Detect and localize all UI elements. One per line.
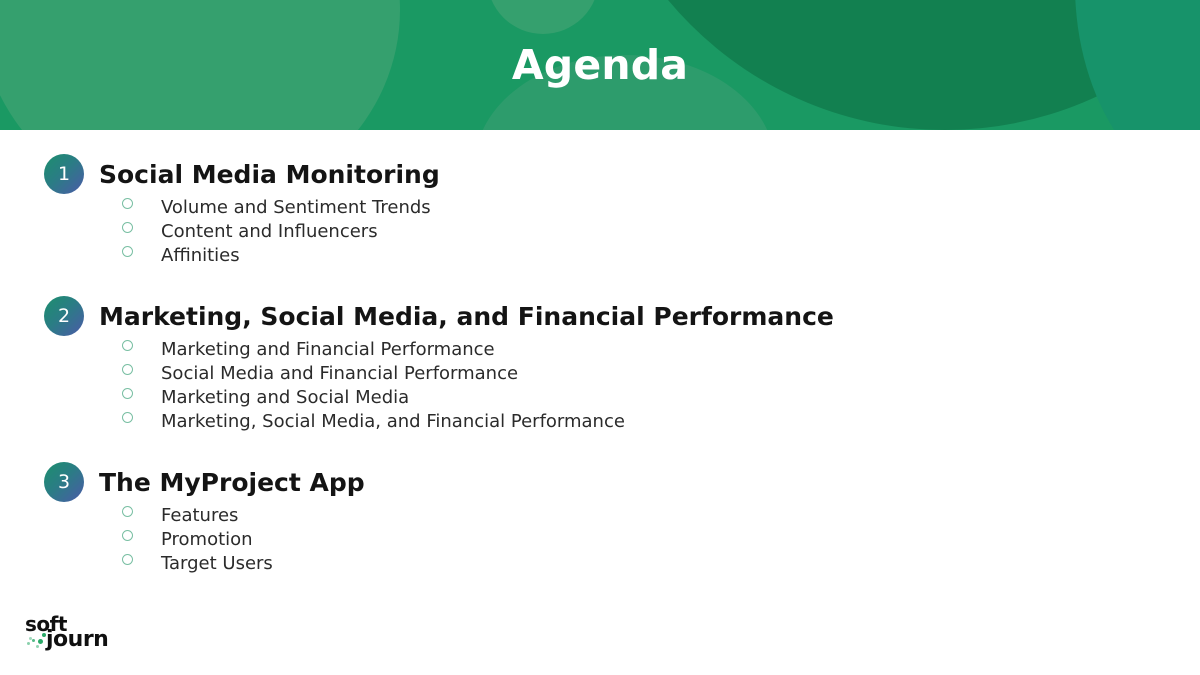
- agenda-section-3-bullets: Features Promotion Target Users: [44, 504, 1200, 576]
- list-item-label: Content and Influencers: [161, 221, 378, 242]
- list-item: Target Users: [122, 552, 1200, 576]
- agenda-section-3: 3 The MyProject App Features Promotion T…: [0, 460, 1200, 576]
- bullet-circle-icon: [122, 388, 133, 399]
- list-item: Volume and Sentiment Trends: [122, 196, 1200, 220]
- list-item: Marketing and Social Media: [122, 386, 1200, 410]
- agenda-section-3-header: 3 The MyProject App: [44, 460, 1200, 504]
- list-item-label: Social Media and Financial Performance: [161, 363, 519, 384]
- list-item-label: Target Users: [161, 553, 273, 574]
- list-item: Promotion: [122, 528, 1200, 552]
- softjourn-logo: soft journ: [25, 612, 135, 658]
- bullet-circle-icon: [122, 554, 133, 565]
- agenda-section-1-header: 1 Social Media Monitoring: [44, 152, 1200, 196]
- bullet-circle-icon: [122, 246, 133, 257]
- list-item-label: Promotion: [161, 529, 253, 550]
- list-item-label: Marketing and Social Media: [161, 387, 410, 408]
- agenda-section-3-title: The MyProject App: [99, 467, 365, 497]
- bullet-circle-icon: [122, 222, 133, 233]
- section-number-badge-3: 3: [44, 462, 84, 502]
- agenda-section-1-bullets: Volume and Sentiment Trends Content and …: [44, 196, 1200, 268]
- logo-dot-icon: [29, 637, 32, 640]
- list-item: Marketing, Social Media, and Financial P…: [122, 410, 1200, 434]
- logo-dot-icon: [32, 639, 35, 642]
- list-item: Affinities: [122, 244, 1200, 268]
- agenda-section-2: 2 Marketing, Social Media, and Financial…: [0, 294, 1200, 434]
- slide-title: Agenda: [511, 41, 689, 89]
- list-item: Social Media and Financial Performance: [122, 362, 1200, 386]
- list-item: Marketing and Financial Performance: [122, 338, 1200, 362]
- logo-text-journ: journ: [46, 627, 109, 652]
- section-number-badge-2: 2: [44, 296, 84, 336]
- logo-dot-icon: [27, 642, 30, 645]
- bullet-circle-icon: [122, 530, 133, 541]
- bullet-circle-icon: [122, 340, 133, 351]
- list-item-label: Features: [161, 505, 239, 526]
- list-item-label: Marketing and Financial Performance: [161, 339, 495, 360]
- bullet-circle-icon: [122, 412, 133, 423]
- agenda-list: 1 Social Media Monitoring Volume and Sen…: [0, 130, 1200, 576]
- bullet-circle-icon: [122, 198, 133, 209]
- list-item-label: Volume and Sentiment Trends: [161, 197, 431, 218]
- agenda-section-1: 1 Social Media Monitoring Volume and Sen…: [0, 152, 1200, 268]
- list-item: Content and Influencers: [122, 220, 1200, 244]
- bullet-circle-icon: [122, 506, 133, 517]
- list-item: Features: [122, 504, 1200, 528]
- agenda-section-2-header: 2 Marketing, Social Media, and Financial…: [44, 294, 1200, 338]
- agenda-section-2-title: Marketing, Social Media, and Financial P…: [99, 301, 834, 331]
- agenda-section-1-title: Social Media Monitoring: [99, 159, 440, 189]
- logo-dot-icon: [36, 645, 39, 648]
- logo-dot-icon: [38, 639, 43, 644]
- slide-header-banner: Agenda: [0, 0, 1200, 130]
- list-item-label: Marketing, Social Media, and Financial P…: [161, 411, 625, 432]
- agenda-section-2-bullets: Marketing and Financial Performance Soci…: [44, 338, 1200, 434]
- section-number-badge-1: 1: [44, 154, 84, 194]
- bullet-circle-icon: [122, 364, 133, 375]
- list-item-label: Affinities: [161, 245, 240, 266]
